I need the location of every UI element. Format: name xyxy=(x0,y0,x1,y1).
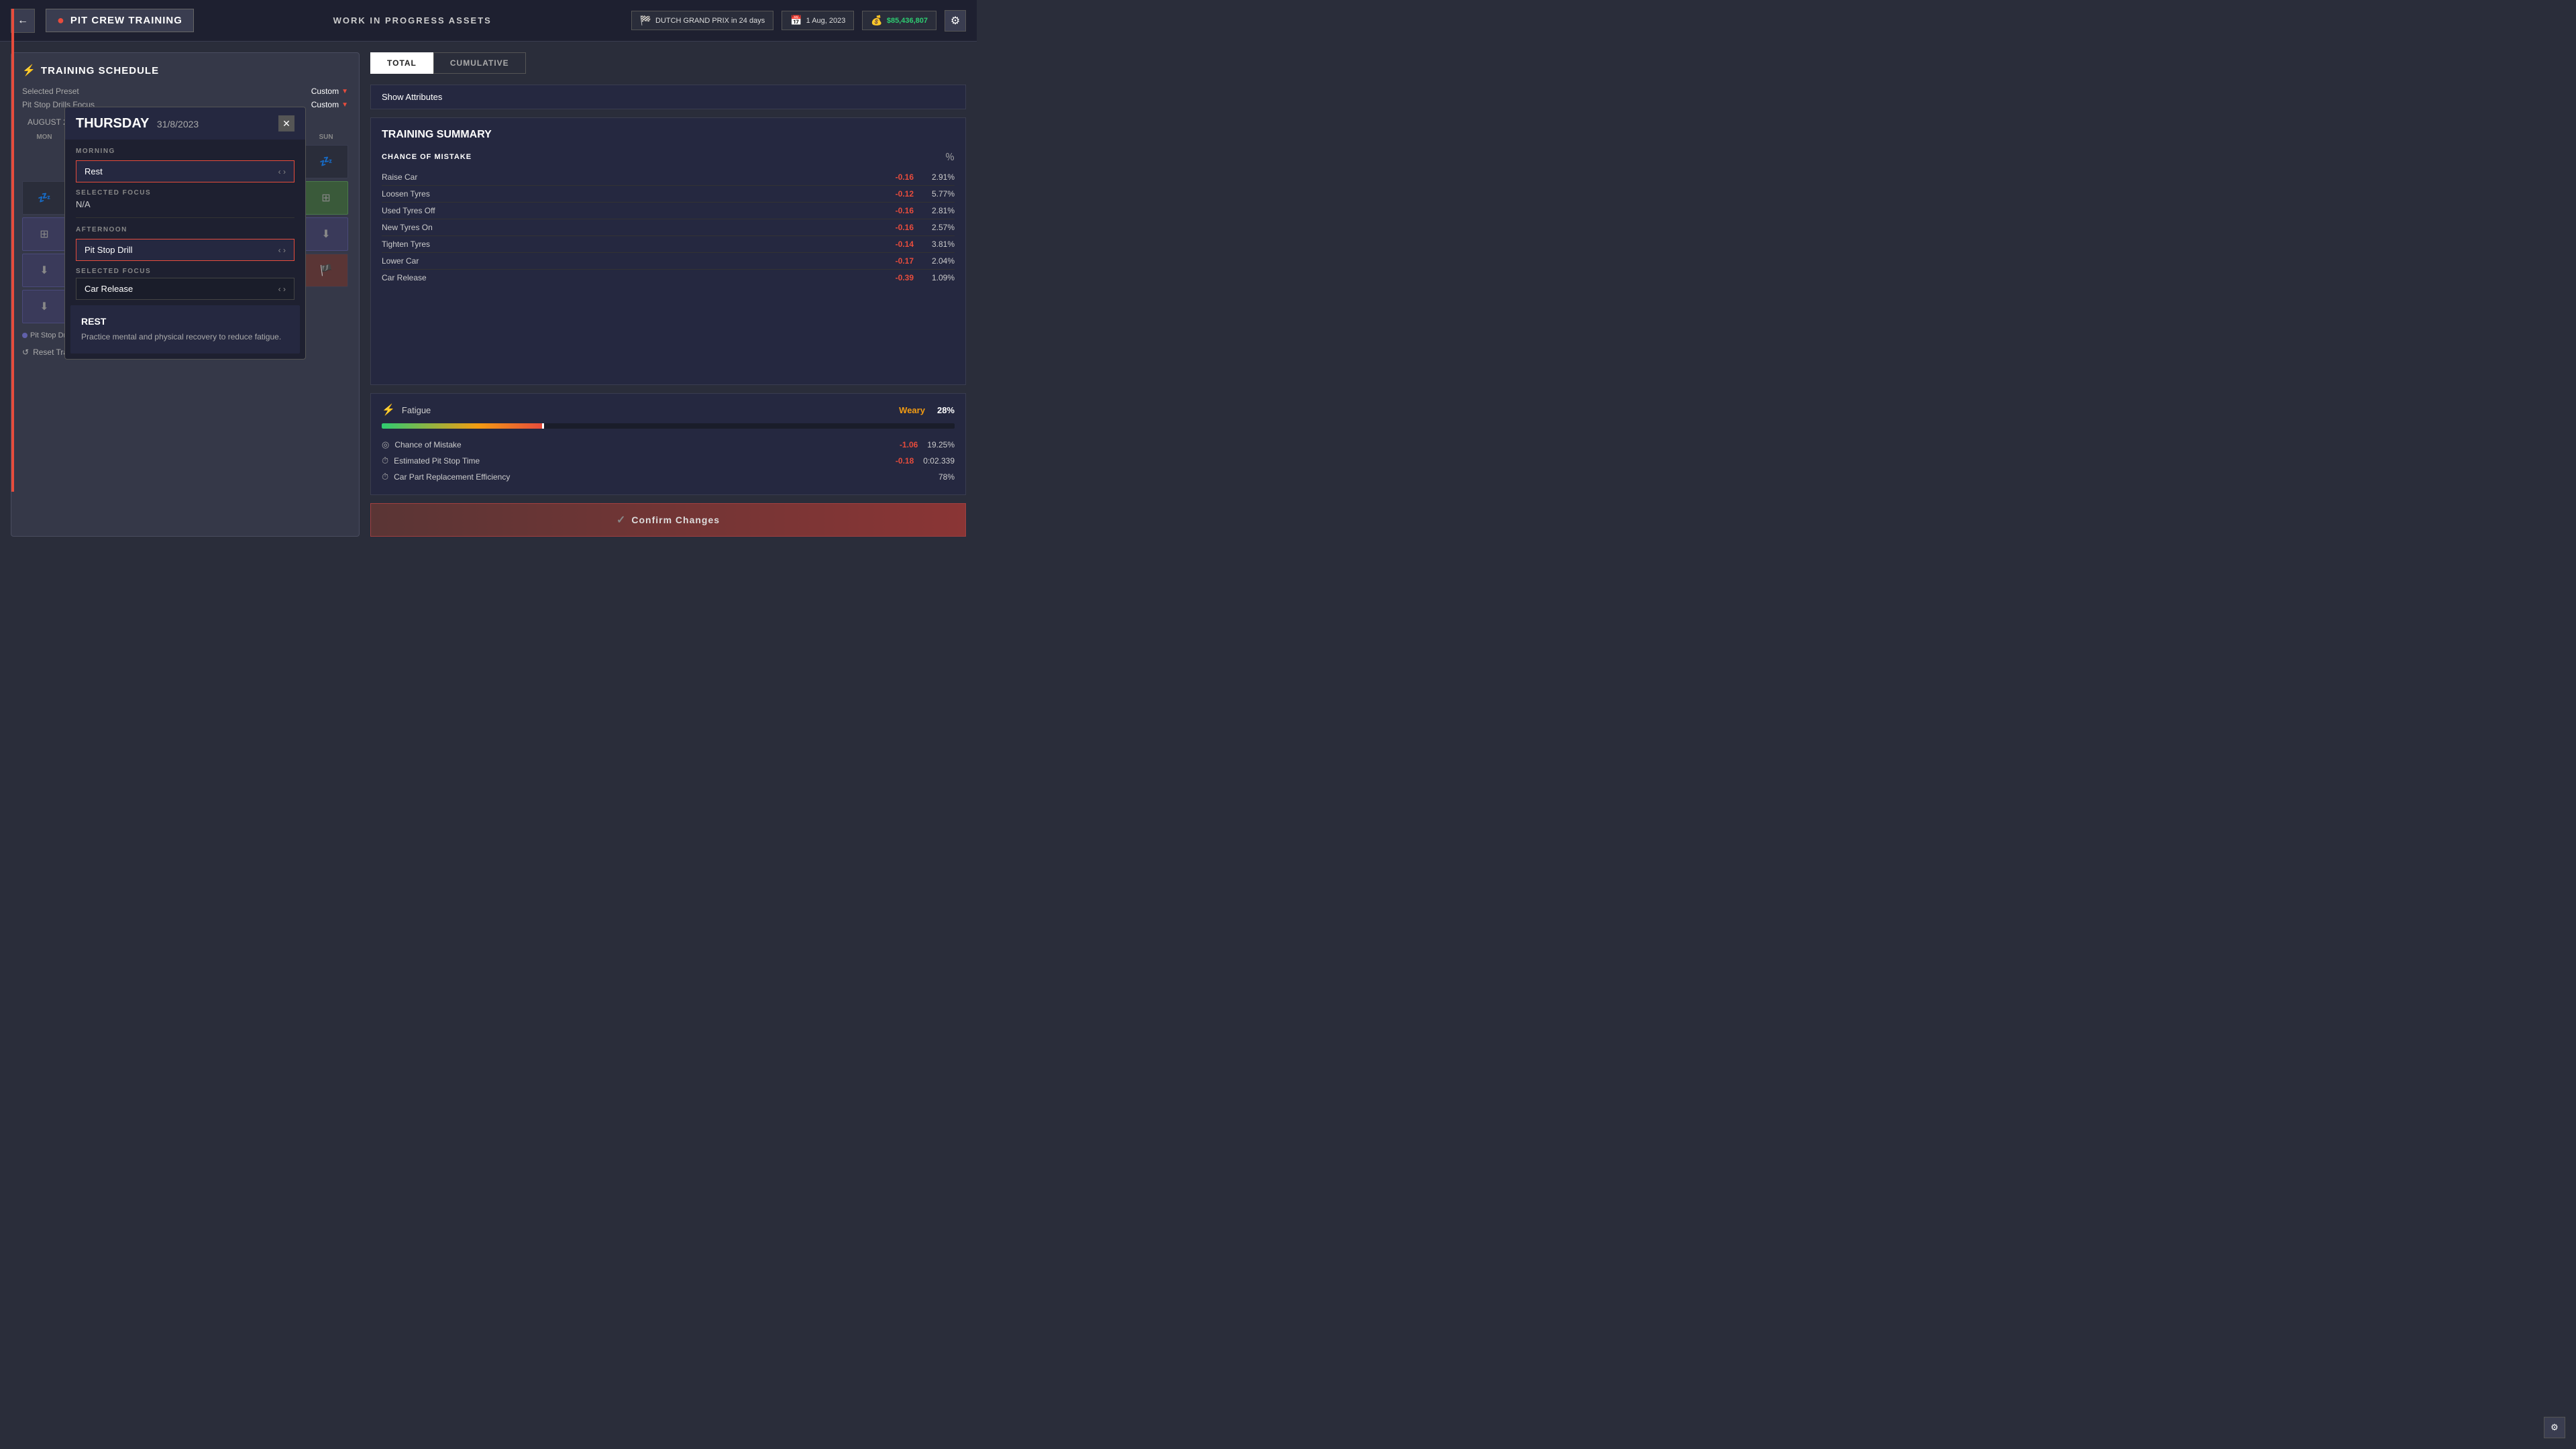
summary-row-tighten: Tighten Tyres -0.14 3.81% xyxy=(382,236,955,253)
modal-header: THURSDAY 31/8/2023 ✕ xyxy=(65,107,305,140)
settings-button[interactable]: ⚙ xyxy=(945,10,966,32)
day-modal: THURSDAY 31/8/2023 ✕ MORNING Rest ‹ › SE… xyxy=(64,107,306,360)
morning-focus-value: N/A xyxy=(76,199,294,209)
date-badge: 📅 1 Aug, 2023 xyxy=(782,11,854,30)
event-icon: 🏁 xyxy=(640,15,651,26)
show-attributes-button[interactable]: Show Attributes xyxy=(370,85,966,109)
fatigue-bar xyxy=(382,423,955,429)
page-title: ● PIT CREW TRAINING xyxy=(46,9,194,32)
fatigue-bar-fill xyxy=(382,423,542,429)
afternoon-label: AFTERNOON xyxy=(76,226,294,233)
summary-section-label: CHANCE OF MISTAKE xyxy=(382,153,472,161)
fatigue-icon: ⚡ xyxy=(382,403,395,417)
check-icon: ✓ xyxy=(616,513,626,527)
morning-section: MORNING Rest ‹ › SELECTED FOCUS N/A xyxy=(65,140,305,209)
right-panel: TOTAL CUMULATIVE Show Attributes TRAININ… xyxy=(370,52,966,537)
work-in-progress-label: WORK IN PROGRESS ASSETS xyxy=(205,15,621,25)
modal-day-info: THURSDAY 31/8/2023 xyxy=(76,116,199,131)
rest-title: REST xyxy=(81,316,289,327)
money-badge: 💰 $85,436,807 xyxy=(862,11,936,30)
tabs-row: TOTAL CUMULATIVE xyxy=(370,52,966,74)
rest-desc: Practice mental and physical recovery to… xyxy=(81,331,289,343)
afternoon-section: AFTERNOON Pit Stop Drill ‹ › SELECTED FO… xyxy=(65,218,305,300)
summary-row-loosen-tyres: Loosen Tyres -0.12 5.77% xyxy=(382,186,955,203)
efficiency-icon: ⏱ xyxy=(382,472,388,482)
fatigue-label: Fatigue xyxy=(402,405,892,415)
afternoon-activity-selector[interactable]: Pit Stop Drill ‹ › xyxy=(76,239,294,261)
day-modal-overlay: THURSDAY 31/8/2023 ✕ MORNING Rest ‹ › SE… xyxy=(11,53,359,536)
training-summary: TRAINING SUMMARY CHANCE OF MISTAKE ％ Rai… xyxy=(370,117,966,385)
topbar: ← ● PIT CREW TRAINING WORK IN PROGRESS A… xyxy=(0,0,977,42)
summary-col-headers: CHANCE OF MISTAKE ％ xyxy=(382,150,955,164)
back-button[interactable]: ← xyxy=(11,9,35,33)
topbar-right: 🏁 DUTCH GRAND PRIX in 24 days 📅 1 Aug, 2… xyxy=(631,10,966,32)
afternoon-focus-selector[interactable]: Car Release ‹ › xyxy=(76,278,294,300)
fatigue-status: Weary xyxy=(899,405,925,415)
money-icon: 💰 xyxy=(871,15,882,26)
time-icon: ⏱ xyxy=(382,455,388,466)
gear-icon: ⚙ xyxy=(951,14,960,28)
tab-cumulative[interactable]: CUMULATIVE xyxy=(433,52,526,74)
main-content: ⚡ TRAINING SCHEDULE Selected Preset Cust… xyxy=(0,42,977,547)
bottom-gear-icon: ⚙ xyxy=(2551,1422,2559,1433)
training-schedule-panel: ⚡ TRAINING SCHEDULE Selected Preset Cust… xyxy=(11,52,360,537)
summary-row-used-tyres: Used Tyres Off -0.16 2.81% xyxy=(382,203,955,219)
focus-arrows[interactable]: ‹ › xyxy=(278,284,286,294)
afternoon-focus-label: SELECTED FOCUS xyxy=(76,268,294,275)
fatigue-row: ⚡ Fatigue Weary 28% xyxy=(382,403,955,417)
stat-car-part: ⏱ Car Part Replacement Efficiency 78% xyxy=(382,469,955,485)
mistake-icon: ◎ xyxy=(382,439,389,450)
fatigue-section: ⚡ Fatigue Weary 28% ◎ Chance of Mistake … xyxy=(370,393,966,495)
bottom-gear-button[interactable]: ⚙ xyxy=(2544,1417,2565,1438)
title-bullet: ● xyxy=(57,13,65,28)
stat-pit-stop-time: ⏱ Estimated Pit Stop Time -0.18 0:02.339 xyxy=(382,453,955,469)
summary-title: TRAINING SUMMARY xyxy=(382,129,955,141)
confirm-changes-button[interactable]: ✓ Confirm Changes xyxy=(370,503,966,537)
summary-row-new-tyres: New Tyres On -0.16 2.57% xyxy=(382,219,955,236)
modal-close-button[interactable]: ✕ xyxy=(278,115,294,131)
fatigue-percentage: 28% xyxy=(937,405,955,415)
afternoon-arrows[interactable]: ‹ › xyxy=(278,246,286,255)
summary-row-car-release: Car Release -0.39 1.09% xyxy=(382,270,955,286)
summary-row-lower-car: Lower Car -0.17 2.04% xyxy=(382,253,955,270)
event-badge: 🏁 DUTCH GRAND PRIX in 24 days xyxy=(631,11,774,30)
morning-arrows[interactable]: ‹ › xyxy=(278,167,286,176)
date-icon: 📅 xyxy=(790,15,802,26)
rest-info-section: REST Practice mental and physical recove… xyxy=(70,305,300,354)
tab-total[interactable]: TOTAL xyxy=(370,52,433,74)
fatigue-bar-marker xyxy=(542,423,544,429)
stat-chance-mistake: ◎ Chance of Mistake -1.06 19.25% xyxy=(382,437,955,453)
summary-row-raise-car: Raise Car -0.16 2.91% xyxy=(382,169,955,186)
morning-focus-label: SELECTED FOCUS xyxy=(76,189,294,197)
percent-icon: ％ xyxy=(945,150,955,164)
morning-label: MORNING xyxy=(76,148,294,155)
morning-activity-selector[interactable]: Rest ‹ › xyxy=(76,160,294,182)
